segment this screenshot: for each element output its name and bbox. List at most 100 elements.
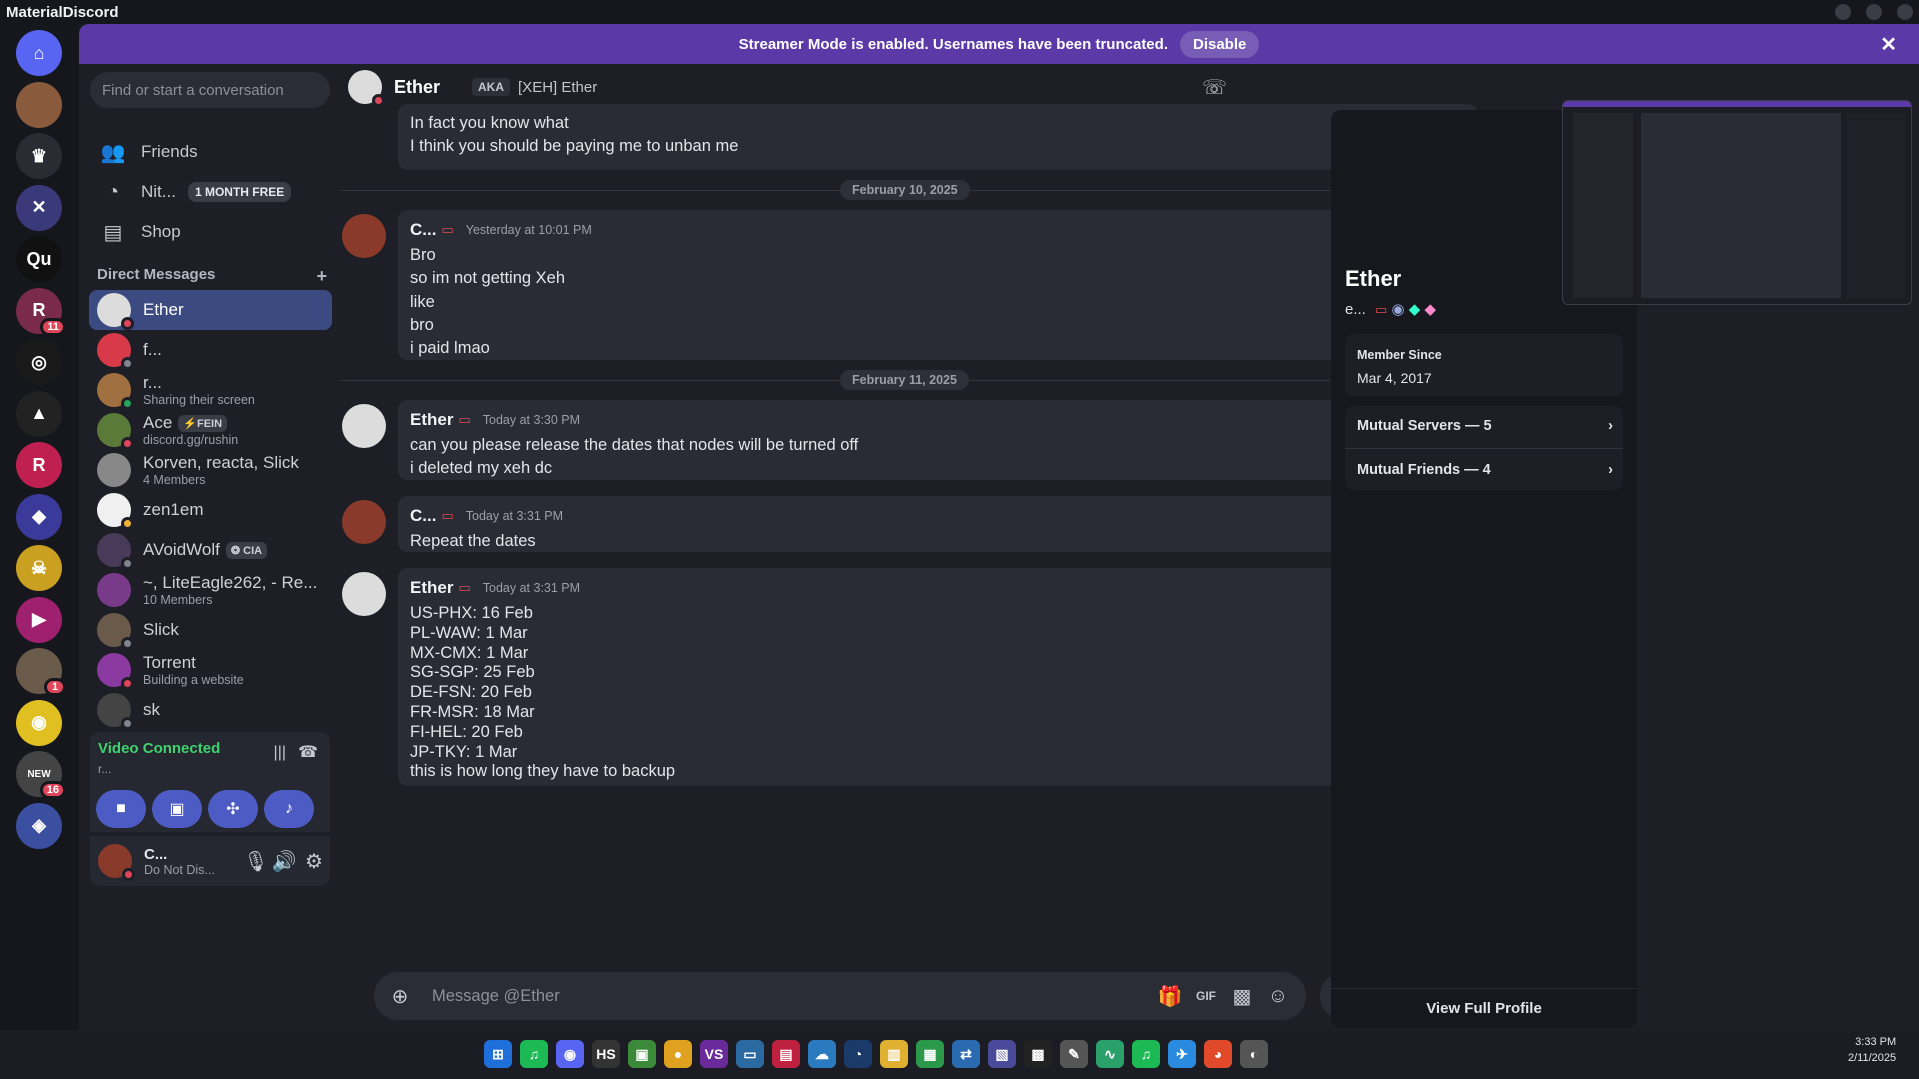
message-timestamp: Today at 3:31 PM xyxy=(482,581,581,595)
taskbar-app-icon[interactable]: ◉ xyxy=(556,1040,584,1068)
noise-icon[interactable]: ||| xyxy=(274,744,286,762)
dm-item[interactable]: Ether xyxy=(89,290,332,330)
server-icon[interactable]: Qu xyxy=(16,236,62,282)
server-icon[interactable]: 1 xyxy=(16,648,66,696)
avatar xyxy=(348,70,385,107)
dm-item[interactable]: Torrent Building a website xyxy=(89,650,332,690)
taskbar-app-icon[interactable]: ▤ xyxy=(772,1040,800,1068)
gear-icon[interactable]: ⚙ xyxy=(298,849,330,874)
shop-nav[interactable]: ▤ Shop xyxy=(89,212,329,252)
dm-item[interactable]: sk xyxy=(89,690,332,730)
avatar[interactable] xyxy=(342,404,386,448)
server-icon[interactable]: ◆ xyxy=(16,493,62,540)
taskbar-app-icon[interactable]: ◕ xyxy=(1204,1040,1232,1068)
server-icon[interactable]: ◉ xyxy=(16,699,62,746)
mutual-friends-row[interactable]: Mutual Friends — 4 › xyxy=(1357,462,1613,478)
message-author[interactable]: C... xyxy=(410,220,436,240)
message: Ether ▭ Today at 3:30 PM can you please rel… xyxy=(398,400,1478,480)
taskbar-app-icon[interactable]: ⇄ xyxy=(952,1040,980,1068)
dm-name: f... xyxy=(143,340,162,359)
server-icon[interactable]: ✕ xyxy=(16,184,62,231)
activities-button[interactable]: ✣ xyxy=(208,790,258,828)
close-window-button[interactable] xyxy=(1897,4,1913,20)
screenshare-preview[interactable] xyxy=(1562,100,1912,305)
chevron-right-icon: › xyxy=(1608,462,1613,478)
dm-item[interactable]: r... Sharing their screen xyxy=(89,370,332,410)
dm-item[interactable]: Korven, reacta, Slick 4 Members xyxy=(89,450,332,490)
disable-streamer-button[interactable]: Disable xyxy=(1179,30,1260,58)
member-since-card: Member Since Mar 4, 2017 xyxy=(1345,334,1623,396)
server-icon[interactable]: NEW 16 xyxy=(16,751,66,799)
taskbar-app-icon[interactable]: ▧ xyxy=(988,1040,1016,1068)
taskbar-app-icon[interactable]: ✈ xyxy=(1168,1040,1196,1068)
clock[interactable]: 3:33 PM 2/11/2025 xyxy=(1848,1036,1896,1064)
gift-icon[interactable]: 🎁 xyxy=(1152,984,1188,1009)
taskbar-app-icon[interactable]: ◐ xyxy=(1240,1040,1268,1068)
main-window: Streamer Mode is enabled. Usernames have… xyxy=(79,24,1919,1030)
avatar[interactable] xyxy=(342,500,386,544)
taskbar-app-icon[interactable]: ✎ xyxy=(1060,1040,1088,1068)
avatar[interactable] xyxy=(98,844,135,881)
taskbar-app-icon[interactable]: ▭ xyxy=(736,1040,764,1068)
message-input[interactable]: Message @Ether xyxy=(432,987,1152,1006)
taskbar-app-icon[interactable]: ☁ xyxy=(808,1040,836,1068)
message-line: PL-WAW: 1 Mar xyxy=(410,623,528,642)
maximize-button[interactable] xyxy=(1866,4,1882,20)
server-icon[interactable]: ▲ xyxy=(16,390,62,437)
nitro-nav[interactable]: ◔ Nit... 1 MONTH FREE xyxy=(89,172,329,212)
soundboard-button[interactable]: ♪ xyxy=(264,790,314,828)
taskbar-app-icon[interactable]: ♫ xyxy=(1132,1040,1160,1068)
mutual-servers-row[interactable]: Mutual Servers — 5 › xyxy=(1357,418,1613,434)
headphones-icon[interactable]: 🔊 xyxy=(270,849,298,874)
server-icon[interactable]: ♛ xyxy=(16,133,62,179)
call-icon[interactable]: ☏ xyxy=(1202,75,1227,100)
camera-button[interactable]: ■ xyxy=(96,790,146,828)
dm-item[interactable]: Slick xyxy=(89,610,332,650)
dm-item[interactable]: zen1em xyxy=(89,490,332,530)
dm-item[interactable]: AVoidWolf ❂ CIA xyxy=(89,530,332,570)
taskbar-app-icon[interactable]: HS xyxy=(592,1040,620,1068)
emoji-icon[interactable]: ☺ xyxy=(1260,985,1296,1008)
server-icon[interactable]: R 11 xyxy=(16,287,66,336)
taskbar-app-icon[interactable]: VS xyxy=(700,1040,728,1068)
sticker-icon[interactable]: ▩ xyxy=(1224,984,1260,1009)
taskbar-app-icon[interactable]: ▩ xyxy=(1024,1040,1052,1068)
attach-icon[interactable]: ⊕ xyxy=(382,984,418,1009)
server-icon[interactable]: ◎ xyxy=(16,339,62,385)
taskbar-app-icon[interactable]: ● xyxy=(664,1040,692,1068)
server-icon[interactable]: ▶ xyxy=(16,596,62,643)
screenshare-button[interactable]: ▣ xyxy=(152,790,202,828)
avatar[interactable] xyxy=(342,572,386,616)
taskbar-app-icon[interactable]: ∿ xyxy=(1096,1040,1124,1068)
aka-value: [XEH] Ether xyxy=(518,78,598,96)
search-input[interactable]: Find or start a conversation xyxy=(90,72,330,108)
add-dm-button[interactable]: + xyxy=(316,266,327,287)
avatar[interactable] xyxy=(342,214,386,258)
server-icon[interactable] xyxy=(16,81,62,128)
taskbar-app-icon[interactable]: ⊞ xyxy=(484,1040,512,1068)
message-line: i paid lmao xyxy=(410,339,490,358)
gif-icon[interactable]: GIF xyxy=(1188,989,1224,1003)
minimize-button[interactable] xyxy=(1835,4,1851,20)
disconnect-icon[interactable]: ☎ xyxy=(298,742,318,762)
message-author[interactable]: Ether xyxy=(410,410,453,430)
dm-item[interactable]: ~, LiteEagle262, - Re... 10 Members xyxy=(89,570,332,610)
server-icon[interactable]: ⌂ xyxy=(16,30,62,76)
taskbar-app-icon[interactable]: ♫ xyxy=(520,1040,548,1068)
taskbar-app-icon[interactable]: ▦ xyxy=(916,1040,944,1068)
dm-item[interactable]: Ace ⚡FEIN discord.gg/rushin xyxy=(89,410,332,450)
server-icon[interactable]: ☠ xyxy=(16,545,62,591)
server-icon[interactable]: ◈ xyxy=(16,802,62,849)
message-author[interactable]: C... xyxy=(410,506,436,526)
taskbar-app-icon[interactable]: ◔ xyxy=(844,1040,872,1068)
close-icon[interactable]: ✕ xyxy=(1880,32,1897,57)
dm-item[interactable]: f... xyxy=(89,330,332,370)
message-composer[interactable]: ⊕ Message @Ether 🎁 GIF ▩ ☺ xyxy=(374,972,1306,1020)
friends-nav[interactable]: 👥 Friends xyxy=(89,132,329,172)
server-icon[interactable]: R xyxy=(16,442,62,488)
view-full-profile-button[interactable]: View Full Profile xyxy=(1331,988,1637,1028)
mic-icon[interactable]: 🎙 xyxy=(242,849,270,874)
message-author[interactable]: Ether xyxy=(410,578,453,598)
taskbar-app-icon[interactable]: ▣ xyxy=(628,1040,656,1068)
taskbar-app-icon[interactable]: ▥ xyxy=(880,1040,908,1068)
